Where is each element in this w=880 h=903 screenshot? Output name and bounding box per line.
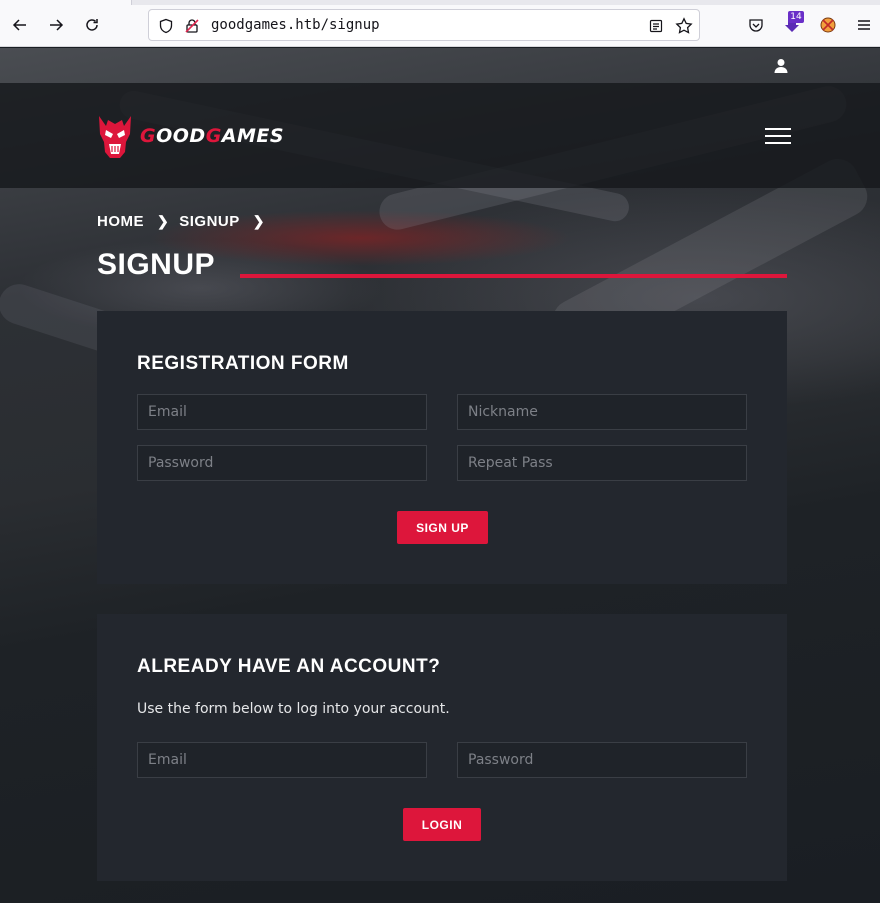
user-account-icon[interactable] <box>772 58 790 74</box>
breadcrumb-signup-link[interactable]: SIGNUP <box>179 213 240 230</box>
hamburger-menu-icon[interactable] <box>765 128 791 145</box>
register-email-input[interactable] <box>137 394 427 430</box>
login-panel: ALREADY HAVE AN ACCOUNT? Use the form be… <box>97 614 787 881</box>
breadcrumb: HOME ❯ SIGNUP ❯ <box>97 213 275 230</box>
reader-view-icon[interactable] <box>646 16 666 36</box>
back-arrow-icon <box>12 19 26 31</box>
insecure-lock-icon[interactable] <box>182 16 202 36</box>
register-password-input[interactable] <box>137 445 427 481</box>
site-logo[interactable]: GOODGAMES <box>96 112 284 160</box>
login-email-input[interactable] <box>137 742 427 778</box>
reload-button[interactable] <box>78 11 106 39</box>
extension-button[interactable] <box>814 11 842 39</box>
breadcrumb-home-link[interactable]: HOME <box>97 213 144 230</box>
login-password-input[interactable] <box>457 742 747 778</box>
registration-heading: REGISTRATION FORM <box>137 353 349 374</box>
active-tab[interactable] <box>0 0 132 5</box>
page-background: GOODGAMES HOME ❯ SIGNUP ❯ SIGNUP REGISTR… <box>0 48 880 903</box>
login-button[interactable]: LOGIN <box>403 808 481 841</box>
pocket-button[interactable] <box>742 11 770 39</box>
address-bar[interactable]: goodgames.htb/signup <box>148 9 700 41</box>
registration-panel: REGISTRATION FORM SIGN UP <box>97 311 787 584</box>
chevron-right-icon: ❯ <box>252 213 265 229</box>
sign-up-button[interactable]: SIGN UP <box>397 511 488 544</box>
menu-icon <box>858 20 870 30</box>
page-title: SIGNUP <box>97 248 216 281</box>
reload-icon <box>86 19 98 31</box>
top-bar <box>0 48 880 83</box>
tab-strip <box>0 0 880 5</box>
bookmark-star-icon[interactable] <box>674 16 694 36</box>
site-navbar: GOODGAMES <box>0 83 880 188</box>
register-nickname-input[interactable] <box>457 394 747 430</box>
download-count-badge: 14 <box>788 11 804 23</box>
forward-button[interactable] <box>42 11 70 39</box>
app-menu-button[interactable] <box>850 11 878 39</box>
browser-toolbar: goodgames.htb/signup 14 <box>0 0 880 47</box>
demon-skull-logo-icon <box>99 116 131 158</box>
extension-icon <box>820 17 836 33</box>
register-repeat-password-input[interactable] <box>457 445 747 481</box>
login-description: Use the form below to log into your acco… <box>137 701 450 717</box>
title-underline <box>240 274 787 278</box>
forward-arrow-icon <box>50 19 64 31</box>
shield-icon[interactable] <box>156 16 176 36</box>
site-logo-text: GOODGAMES <box>140 125 285 147</box>
back-button[interactable] <box>6 11 34 39</box>
url-text[interactable]: goodgames.htb/signup <box>211 17 380 33</box>
chevron-right-icon: ❯ <box>157 213 170 229</box>
pocket-icon <box>749 19 763 32</box>
login-heading: ALREADY HAVE AN ACCOUNT? <box>137 656 441 677</box>
